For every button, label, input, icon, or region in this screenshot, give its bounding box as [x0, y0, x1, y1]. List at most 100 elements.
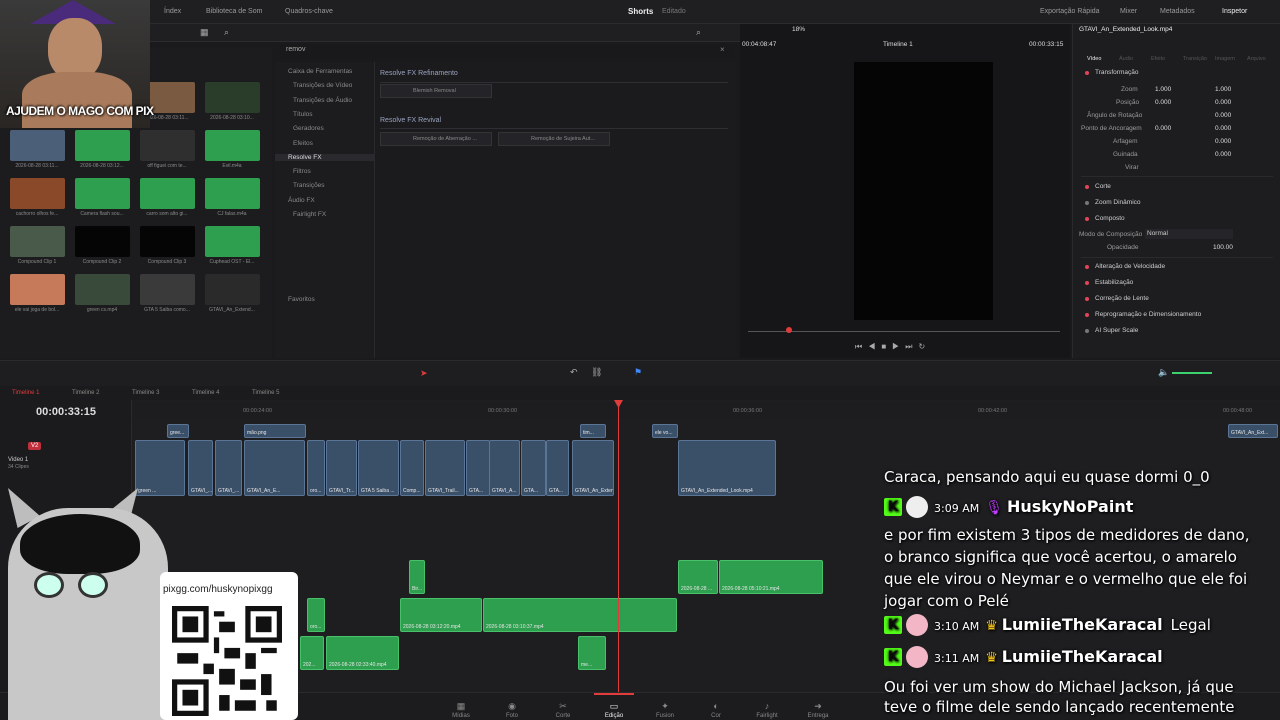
anchor-x-value[interactable]: 0.000 [1155, 125, 1171, 132]
audio-clip[interactable]: oro... [307, 598, 325, 632]
video-clip[interactable]: GTAVI_Trail... [425, 440, 465, 496]
video-clip[interactable]: ele vo... [652, 424, 678, 438]
effect-blemish-removal[interactable]: Blemish Removal [380, 84, 492, 98]
media-thumbnail[interactable] [75, 178, 130, 209]
sound-library-button[interactable]: Biblioteca de Som [206, 8, 262, 15]
audio-clip[interactable]: 2026-08-28 05:10:21.mp4 [719, 560, 823, 594]
effects-search-input[interactable]: remov [280, 44, 735, 58]
position-y-value[interactable]: 0.000 [1215, 99, 1231, 106]
enabled-dot[interactable] [1085, 297, 1089, 301]
page-button[interactable]: Cor [696, 713, 736, 719]
media-thumbnail[interactable] [140, 226, 195, 257]
media-thumbnail[interactable] [10, 178, 65, 209]
video-clip[interactable]: GTA 5 Saiba ... [358, 440, 399, 496]
media-thumbnail[interactable] [75, 274, 130, 305]
link-icon[interactable]: ⛓ [591, 367, 602, 378]
enabled-dot[interactable] [1085, 185, 1089, 189]
zoom-y-value[interactable]: 1.000 [1215, 86, 1231, 93]
enabled-dot[interactable] [1085, 265, 1089, 269]
inspector-tab[interactable]: Imagem [1215, 56, 1235, 62]
volume-icon[interactable]: 🔈 [1158, 367, 1169, 378]
rotation-value[interactable]: 0.000 [1215, 112, 1231, 119]
chat-username[interactable]: HuskyNoPaint [1007, 497, 1133, 516]
transform-section[interactable]: Transformação [1095, 69, 1138, 76]
media-thumbnail[interactable] [140, 178, 195, 209]
audio-clip[interactable]: 2026-08-28 02:33:40.mp4 [326, 636, 399, 670]
page-button[interactable]: Entrega [798, 713, 838, 719]
page-icon[interactable]: ✂ [543, 701, 583, 712]
composite-mode-select[interactable]: Normal [1145, 229, 1233, 239]
clear-search-icon[interactable]: × [720, 45, 725, 54]
effects-tree-item[interactable]: Filtros [293, 168, 311, 175]
metadata-button[interactable]: Metadados [1160, 8, 1195, 15]
enabled-dot[interactable] [1085, 201, 1089, 205]
video-clip[interactable]: GTAVI_... [215, 440, 242, 496]
effects-tree-item[interactable]: Geradores [293, 125, 324, 132]
speed-change-section[interactable]: Alteração de Velocidade [1095, 263, 1165, 270]
quick-export-button[interactable]: Exportação Rápida [1040, 8, 1100, 15]
media-thumbnail[interactable] [75, 130, 130, 161]
media-thumbnail[interactable] [140, 274, 195, 305]
index-button[interactable]: Índex [164, 8, 181, 15]
effects-tree-item[interactable]: Títulos [293, 111, 313, 118]
volume-slider[interactable] [1172, 372, 1212, 374]
media-thumbnail[interactable] [205, 178, 260, 209]
page-icon[interactable]: ♪ [747, 701, 787, 711]
opacity-value[interactable]: 100.00 [1213, 244, 1233, 251]
media-thumbnail[interactable] [205, 226, 260, 257]
page-button[interactable]: Fairlight [747, 713, 787, 719]
crop-section[interactable]: Corte [1095, 183, 1111, 190]
effects-tree-item[interactable]: Transições [293, 182, 325, 189]
video-clip[interactable]: mão.png [244, 424, 306, 438]
track-v2-label[interactable]: V2 [28, 442, 42, 450]
page-button[interactable]: Corte [543, 713, 583, 719]
video-clip[interactable]: GTAVI_An_Extended_Look.mp4 [678, 440, 776, 496]
section-resolve-fx-revival[interactable]: Resolve FX Revival [380, 117, 441, 124]
effect-aberration-removal[interactable]: Remoção de Aberração ... [380, 132, 492, 146]
search-effects-icon[interactable]: ⌕ [696, 27, 701, 38]
viewer-scrubber[interactable] [748, 331, 1060, 332]
media-thumbnail[interactable] [10, 226, 65, 257]
page-icon[interactable]: ▭ [594, 701, 634, 712]
inspector-tab[interactable]: Áudio [1119, 56, 1133, 62]
video-clip[interactable]: GTAVI_... [188, 440, 213, 496]
video-clip[interactable]: GTAVI_Tr... [326, 440, 357, 496]
search-icon[interactable]: ⌕ [224, 27, 229, 38]
section-resolve-fx-refinement[interactable]: Resolve FX Refinamento [380, 70, 458, 77]
ai-super-scale-section[interactable]: AI Super Scale [1095, 327, 1138, 334]
video-clip[interactable]: GTAVI_A... [489, 440, 520, 496]
flag-icon[interactable]: ⚑ [634, 367, 642, 378]
selection-tool-icon[interactable]: ➤ [420, 368, 428, 379]
chat-username[interactable]: LumiieTheKaracal [1002, 647, 1163, 666]
page-icon[interactable]: ▦ [441, 701, 481, 712]
timeline-tab[interactable]: Timeline 2 [72, 390, 99, 396]
video-clip[interactable]: GTAVI_An_Ext... [1228, 424, 1278, 438]
timeline-tab[interactable]: Timeline 5 [252, 390, 279, 396]
effects-tree-item[interactable]: Transições de Vídeo [293, 82, 352, 89]
timeline-ruler[interactable]: 00:00:24:00 00:00:30:00 00:00:36:00 00:00:4… [132, 402, 1280, 418]
video-clip[interactable]: tim... [580, 424, 606, 438]
page-button[interactable]: Foto [492, 713, 532, 719]
timeline-tab[interactable]: Timeline 4 [192, 390, 219, 396]
dynamic-zoom-section[interactable]: Zoom Dinâmico [1095, 199, 1141, 206]
lens-correction-section[interactable]: Correção de Lente [1095, 295, 1149, 302]
enabled-dot[interactable] [1085, 281, 1089, 285]
page-icon[interactable]: ✦ [645, 701, 685, 712]
inspector-button[interactable]: Inspetor [1222, 8, 1247, 15]
enabled-dot[interactable] [1085, 217, 1089, 221]
video-clip[interactable]: GTA... [466, 440, 490, 496]
grid-view-icon[interactable]: ▦ [200, 27, 209, 38]
viewer-timeline-name[interactable]: Timeline 1 [883, 41, 913, 48]
inspector-tab[interactable]: Arquivo [1247, 56, 1266, 62]
video-clip[interactable]: Comp... [400, 440, 424, 496]
timeline-tab[interactable]: Timeline 3 [132, 390, 159, 396]
media-thumbnail[interactable] [205, 274, 260, 305]
anchor-y-value[interactable]: 0.000 [1215, 125, 1231, 132]
inspector-tab[interactable]: Efeito [1151, 56, 1165, 62]
page-button[interactable]: Fusion [645, 713, 685, 719]
inspector-tab[interactable]: Vídeo [1087, 56, 1101, 62]
video-clip[interactable]: GTA... [521, 440, 546, 496]
video-clip[interactable]: GTA... [546, 440, 569, 496]
media-thumbnail[interactable] [205, 82, 260, 113]
audio-clip[interactable]: 2026-08-28 03:12:20.mp4 [400, 598, 482, 632]
